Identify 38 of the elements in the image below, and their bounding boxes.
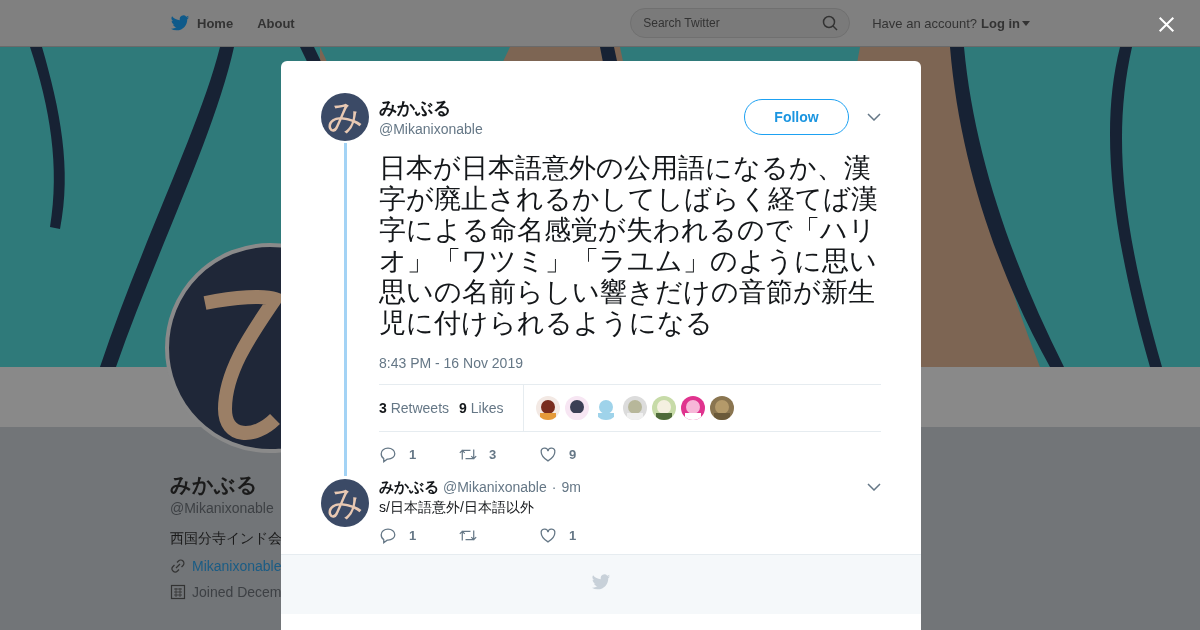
action-count: 1 xyxy=(409,527,417,543)
heart-icon[interactable] xyxy=(539,526,557,544)
profile-bio: 西国分寺インド会 xyxy=(170,530,282,548)
profile-name: みかぶる xyxy=(170,472,258,498)
calendar-icon xyxy=(170,584,186,600)
author-name[interactable]: みかぶる xyxy=(379,476,439,498)
link-icon xyxy=(170,558,186,574)
stat-count[interactable]: 9 Likes xyxy=(459,400,504,416)
search-icon[interactable] xyxy=(822,15,839,31)
login-link[interactable]: Log in xyxy=(981,15,1020,31)
action-count: 3 xyxy=(489,446,497,462)
author-name[interactable]: みかぶる xyxy=(379,97,744,119)
heart-icon[interactable] xyxy=(539,445,557,463)
action-count: 9 xyxy=(569,446,577,462)
reply-icon[interactable] xyxy=(379,445,397,463)
stat-count[interactable]: 3 Retweets xyxy=(379,400,450,416)
chevron-icon[interactable] xyxy=(867,113,881,121)
account-prompt: Have an account? xyxy=(872,15,977,31)
nav-link[interactable]: About xyxy=(257,15,295,31)
user-avatar[interactable]: み xyxy=(321,479,369,527)
caret-icon[interactable] xyxy=(1022,20,1030,26)
bird-icon xyxy=(591,574,611,591)
separator-dot: · xyxy=(551,478,557,497)
follow-button[interactable]: Follow xyxy=(744,99,849,135)
reply-icon[interactable] xyxy=(379,526,397,544)
tweet-text: 日本が日本語意外の公用語になるか、漢字が廃止されるかしてしばらく経てば漢字による命名感覚が失われるので「ハリオ」「ワツミ」「ラユム」のように思い思いの名前らしい響きだけの音節が新生児に付けられるようになる xyxy=(379,153,879,339)
chevron-icon[interactable] xyxy=(867,483,881,491)
tweet-timestamp[interactable]: 8:43 PM - 16 Nov 2019 xyxy=(379,355,881,371)
author-handle[interactable]: @Mikanixonable xyxy=(379,121,744,137)
reply-time[interactable]: 9m xyxy=(561,476,867,498)
action-count: 1 xyxy=(409,446,417,462)
author-handle[interactable]: @Mikanixonable xyxy=(443,476,547,498)
reply-text: s/日本語意外/日本語以外 xyxy=(379,498,535,516)
close-icon[interactable] xyxy=(1158,16,1175,33)
nav-link[interactable]: Home xyxy=(197,15,234,31)
user-avatar[interactable]: み xyxy=(321,93,369,141)
search-field[interactable]: Search Twitter xyxy=(630,8,851,38)
action-count: 1 xyxy=(569,527,577,543)
